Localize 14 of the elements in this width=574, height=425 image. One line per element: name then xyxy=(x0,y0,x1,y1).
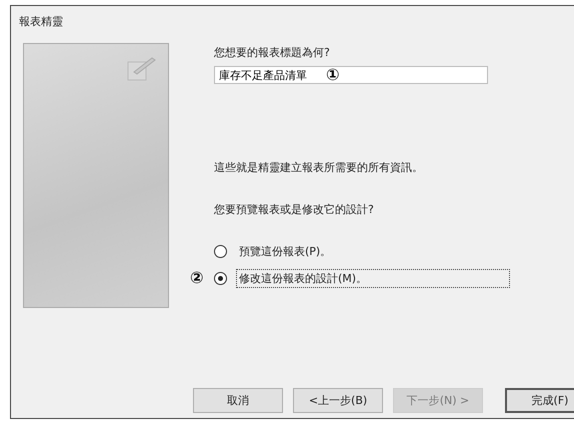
radio-button[interactable] xyxy=(214,272,227,285)
callout-number: ① xyxy=(326,67,340,83)
callout-number: ② xyxy=(190,270,204,286)
wizard-button[interactable]: 取消 xyxy=(193,388,283,413)
wizard-button[interactable]: 完成(F) xyxy=(505,388,574,413)
pencil-icon xyxy=(126,56,156,82)
radio-button[interactable] xyxy=(214,245,227,258)
option-label[interactable]: 修改這份報表的設計(M)。 xyxy=(236,269,510,288)
prompt-label: 您想要的報表標題為何? xyxy=(214,45,331,61)
window-title: 報表精靈 xyxy=(18,14,64,30)
option-label[interactable]: 預覽這份報表(P)。 xyxy=(236,242,334,261)
prompt-label: 您要預覽報表或是修改它的設計? xyxy=(214,202,375,218)
wizard-button[interactable]: <上一步(B) xyxy=(293,388,383,413)
info-text: 這些就是精靈建立報表所需要的所有資訊。 xyxy=(214,160,424,176)
